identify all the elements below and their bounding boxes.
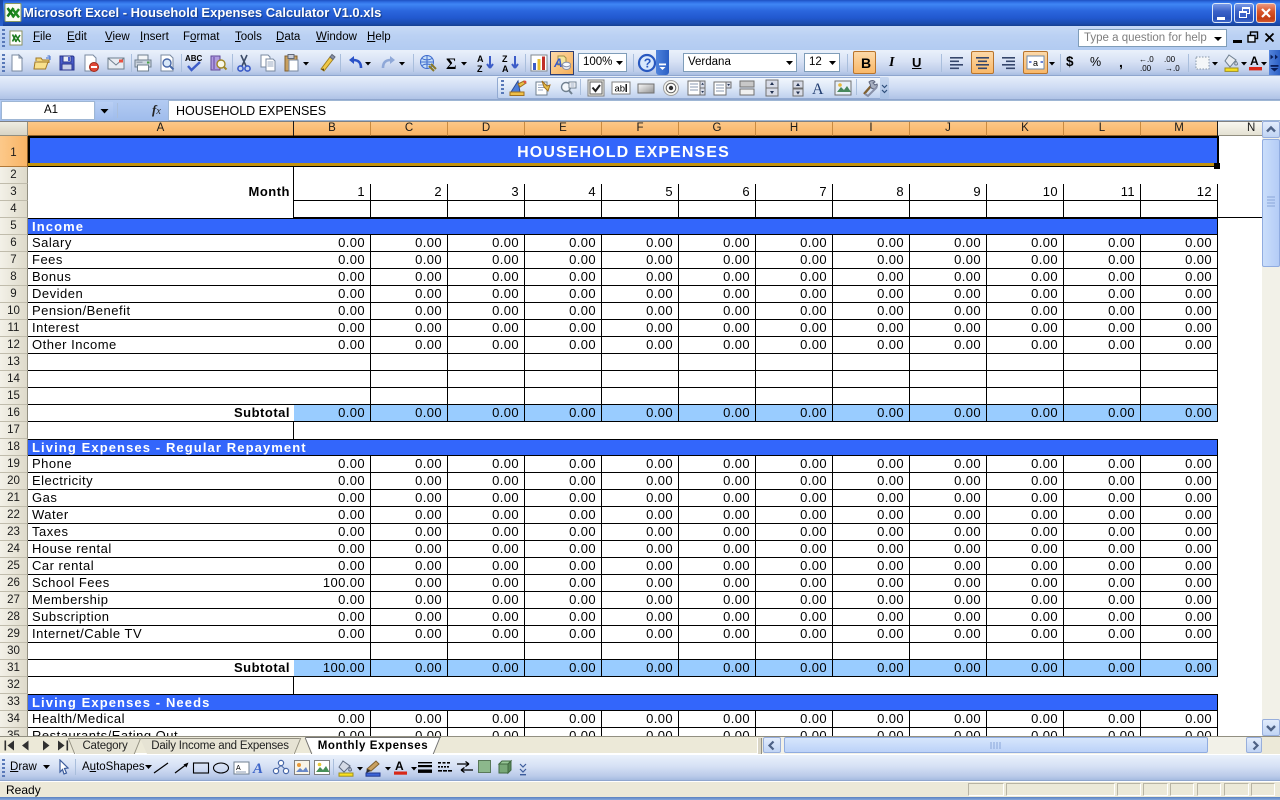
svg-text:.00: .00	[1164, 55, 1176, 64]
svg-text:→.0: →.0	[1165, 64, 1180, 73]
svg-text:A: A	[395, 759, 404, 773]
svg-text:?: ?	[644, 57, 652, 71]
svg-text:a: a	[1033, 58, 1038, 68]
svg-text:A: A	[553, 56, 563, 70]
svg-text:ab: ab	[615, 84, 626, 95]
svg-text:.00: .00	[1140, 64, 1152, 73]
svg-text:A: A	[236, 765, 241, 772]
svg-text:ABC: ABC	[185, 54, 203, 63]
svg-text:A: A	[812, 81, 824, 98]
svg-text:Σ: Σ	[446, 56, 456, 73]
svg-text:A: A	[502, 64, 509, 73]
svg-text:A: A	[1250, 54, 1259, 68]
svg-text:←.0: ←.0	[1139, 55, 1154, 64]
svg-text:Z: Z	[477, 64, 483, 73]
svg-text:Z: Z	[502, 54, 508, 64]
svg-text:A: A	[252, 761, 263, 776]
svg-text:A: A	[477, 54, 484, 64]
